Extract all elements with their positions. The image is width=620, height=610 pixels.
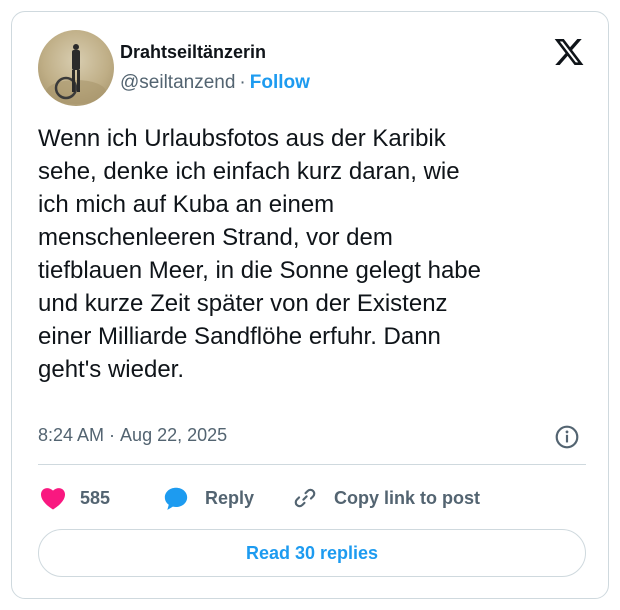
- reply-label: Reply: [205, 487, 255, 508]
- info-icon[interactable]: [554, 424, 580, 450]
- handle-separator: ·: [239, 72, 246, 93]
- like-count: 585: [80, 487, 111, 508]
- embedded-post-card: Drahtseiltänzerin @seiltanzend · Follow We…: [11, 11, 609, 599]
- avatar-image: [46, 44, 106, 104]
- author-handle-row: @seiltanzend · Follow: [120, 72, 310, 94]
- author-handle[interactable]: @seiltanzend: [120, 72, 235, 93]
- link-icon: [294, 488, 316, 508]
- post-timestamp[interactable]: 8:24 AM · Aug 22, 2025: [38, 425, 227, 446]
- post-text: Wenn ich Urlaubsfotos aus der Karibik se…: [38, 125, 482, 383]
- author-display-name[interactable]: Drahtseiltänzerin: [120, 42, 266, 63]
- follow-button[interactable]: Follow: [250, 72, 310, 93]
- speech-bubble-icon: [164, 487, 188, 510]
- divider: [38, 464, 586, 465]
- timestamp-separator: ·: [109, 425, 116, 445]
- post-time: 8:24 AM: [38, 425, 105, 445]
- copy-link-label: Copy link to post: [334, 487, 480, 508]
- copy-link-button[interactable]: Copy link to post: [292, 483, 480, 513]
- like-button[interactable]: 585: [40, 483, 110, 513]
- read-replies-button[interactable]: Read 30 replies: [38, 529, 586, 577]
- avatar[interactable]: [38, 30, 114, 106]
- post-date: Aug 22, 2025: [120, 425, 228, 445]
- heart-icon: [40, 488, 66, 510]
- x-logo-icon[interactable]: [552, 36, 586, 68]
- reply-button[interactable]: Reply: [163, 483, 254, 513]
